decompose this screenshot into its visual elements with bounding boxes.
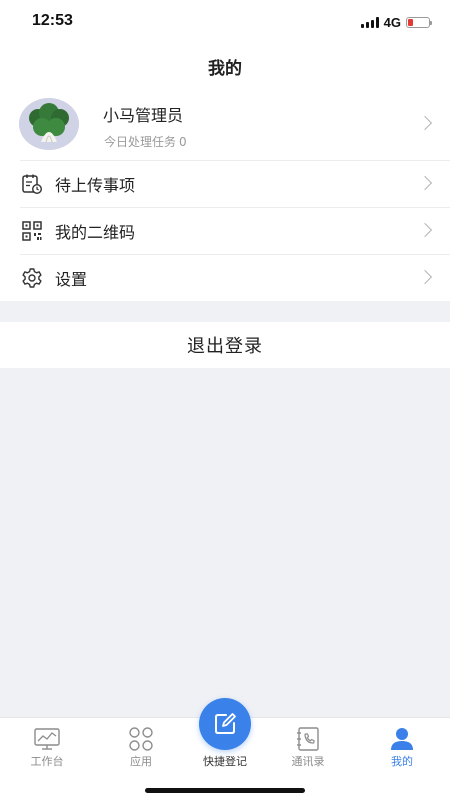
nav-bar: 我的 [0,44,450,88]
tab-profile[interactable]: 我的 [357,718,447,778]
logout-label: 退出登录 [187,336,263,357]
dashboard-icon [34,728,60,750]
pending-upload-icon [22,174,43,195]
network-type: 4G [383,15,401,30]
task-count: 0 [179,135,187,149]
divider [20,207,450,208]
status-time: 12:53 [32,12,73,29]
menu-item-label: 设置 [55,270,88,289]
task-label: 今日处理任务 [104,135,177,149]
tab-label: 快捷登记 [203,755,247,768]
quick-register-button[interactable] [199,698,251,750]
menu-item-label: 待上传事项 [55,176,136,195]
tab-apps[interactable]: 应用 [96,718,186,778]
menu-item-qrcode[interactable]: 我的二维码 [0,207,450,254]
menu-item-pending-upload[interactable]: 待上传事项 [0,160,450,207]
chevron-right-icon [417,115,433,131]
divider [20,160,450,161]
profile-row[interactable]: 小马管理员 今日处理任务 0 [0,88,450,160]
page-title: 我的 [208,58,242,79]
tab-label: 通讯录 [291,755,325,768]
divider [20,254,450,255]
chevron-right-icon [417,175,433,191]
menu-item-label: 我的二维码 [55,223,136,242]
logout-button[interactable]: 退出登录 [0,322,450,368]
vegetable-avatar-icon [19,98,79,150]
qrcode-icon [22,221,42,241]
profile-task-summary: 今日处理任务 0 [104,133,187,150]
tab-contacts[interactable]: 通讯录 [263,718,353,778]
status-bar: 12:53 4G [0,0,450,44]
settings-icon [22,268,42,288]
tab-label: 我的 [391,755,413,768]
profile-name: 小马管理员 [103,106,184,125]
tab-label: 应用 [130,755,152,768]
menu-item-settings[interactable]: 设置 [0,254,450,301]
profile-icon [391,728,413,750]
home-indicator [145,788,305,793]
battery-icon [406,17,432,28]
contacts-icon [297,727,319,751]
chevron-right-icon [417,222,433,238]
avatar [19,98,79,150]
signal-icon [360,17,379,28]
chevron-right-icon [417,269,433,285]
quick-register-icon [215,713,236,734]
apps-icon [129,727,153,751]
tab-dashboard[interactable]: 工作台 [2,718,92,778]
tab-label: 工作台 [30,755,64,768]
status-indicators: 4G [360,15,432,30]
